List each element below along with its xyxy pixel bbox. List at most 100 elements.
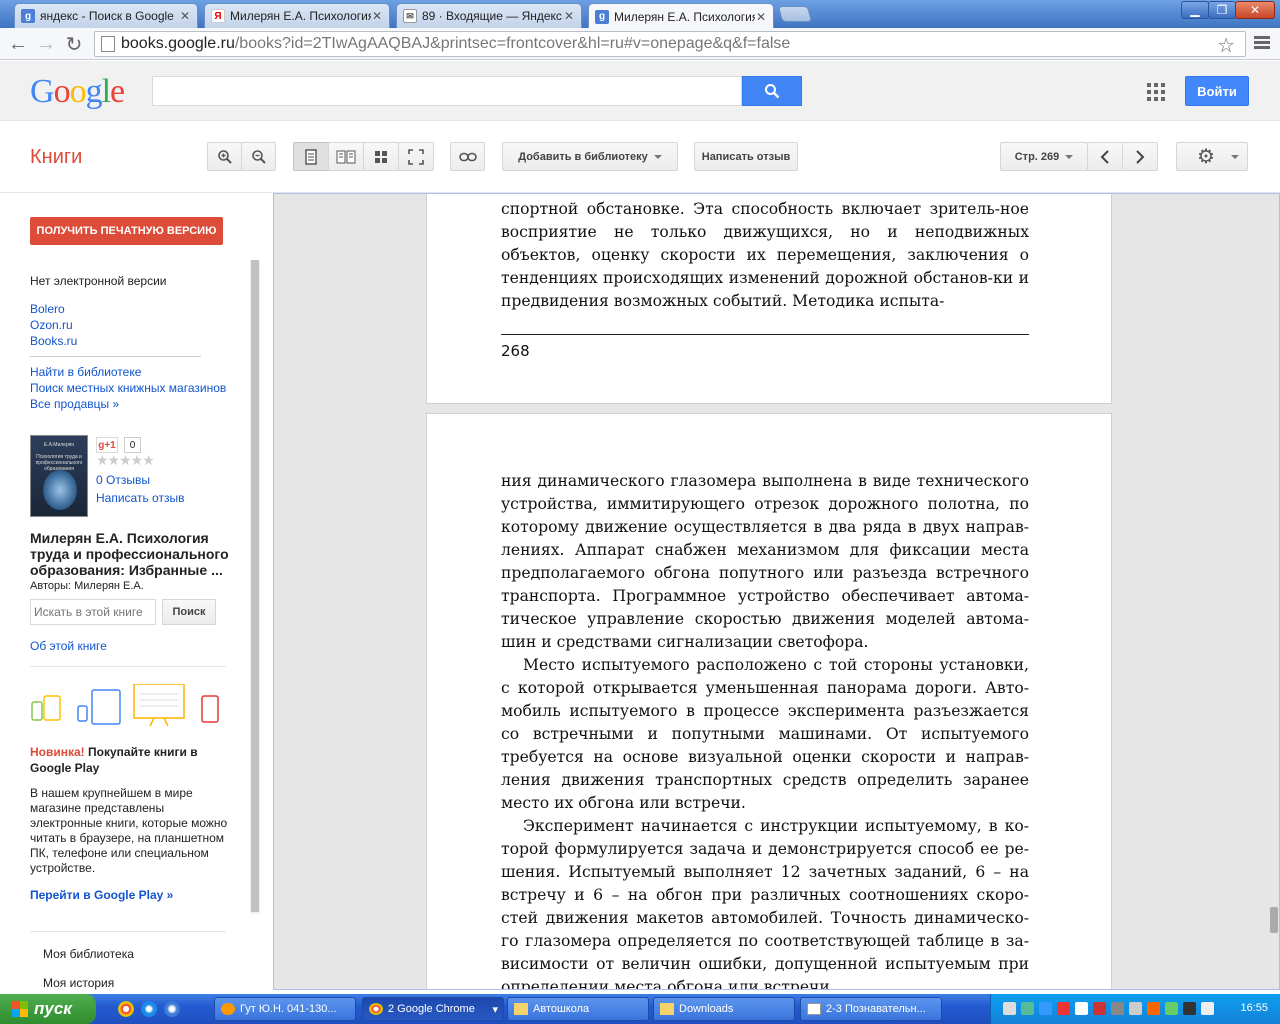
tray-icon[interactable] <box>1003 1002 1016 1015</box>
all-sellers-link[interactable]: Все продавцы » <box>30 397 119 411</box>
browser-tab-strip: g яндекс - Поиск в Google ✕ Я Милерян Е.… <box>0 0 1280 29</box>
zoom-in-button[interactable] <box>207 142 242 171</box>
browser-tab-3[interactable]: ✉ 89 · Входящие — Яндекс.П ✕ <box>396 3 582 28</box>
page-number: 268 <box>501 342 530 360</box>
my-library-link[interactable]: Моя библиотека <box>43 947 134 961</box>
google-search-input[interactable] <box>152 76 742 106</box>
taskbar-item-active[interactable]: 2 Google Chrome ▾ <box>362 997 504 1021</box>
tab-close-icon[interactable]: ✕ <box>179 9 191 23</box>
my-history-link[interactable]: Моя история <box>43 976 114 990</box>
page-text: спортной обстановке. Эта способность вкл… <box>501 198 1029 313</box>
single-page-view-button[interactable] <box>293 142 329 171</box>
fullscreen-button[interactable] <box>398 142 434 171</box>
tray-icon[interactable] <box>1183 1002 1196 1015</box>
write-review-link[interactable]: Написать отзыв <box>96 491 184 505</box>
tray-icon[interactable] <box>1075 1002 1088 1015</box>
cover-author: Е.А.Милерян <box>43 442 75 448</box>
thumbnail-view-button[interactable] <box>363 142 399 171</box>
signin-button[interactable]: Войти <box>1185 76 1249 106</box>
two-page-icon <box>336 150 356 163</box>
tray-icon[interactable] <box>1147 1002 1160 1015</box>
write-review-label: Написать отзыв <box>701 150 791 163</box>
tray-icon[interactable] <box>1129 1002 1142 1015</box>
search-in-book-button[interactable]: Поиск <box>162 599 216 625</box>
book-cover-thumbnail[interactable]: Е.А.Милерян Психология труда и профессио… <box>30 435 88 517</box>
chrome-quicklaunch-icon[interactable] <box>118 1001 134 1017</box>
logo-letter: o <box>53 73 71 110</box>
page-select-dropdown[interactable]: Стр. 269 <box>1000 142 1088 171</box>
forward-arrow-icon[interactable]: → <box>34 32 58 56</box>
local-stores-link[interactable]: Поиск местных книжных магазинов <box>30 381 226 395</box>
link-button[interactable] <box>450 142 485 171</box>
zoom-out-button[interactable] <box>241 142 276 171</box>
minimize-window-button[interactable]: ▁ <box>1181 1 1209 19</box>
browser-tab-4-active[interactable]: g Милерян Е.А. Психология т ✕ <box>588 3 774 29</box>
grid-view-icon <box>375 150 387 163</box>
system-tray: 16:55 <box>990 994 1280 1024</box>
search-in-book-input[interactable] <box>30 599 156 625</box>
link-icon <box>458 152 477 161</box>
add-to-library-button[interactable]: Добавить в библиотеку <box>502 142 678 171</box>
back-arrow-icon[interactable]: ← <box>6 32 30 56</box>
find-in-library-link[interactable]: Найти в библиотеке <box>30 365 141 379</box>
reload-icon[interactable]: ↻ <box>62 32 86 56</box>
google-play-link[interactable]: Перейти в Google Play » <box>30 888 173 902</box>
bookmark-star-icon[interactable]: ☆ <box>1217 33 1235 58</box>
reviews-link[interactable]: 0 Отзывы <box>96 473 150 487</box>
taskbar-item[interactable]: Downloads <box>653 997 795 1021</box>
close-window-button[interactable]: ✕ <box>1235 1 1275 19</box>
google-search-button[interactable] <box>742 76 802 106</box>
tray-icon[interactable] <box>1021 1002 1034 1015</box>
tray-icon[interactable] <box>1039 1002 1052 1015</box>
google-logo[interactable]: Google <box>30 73 125 111</box>
page-icon <box>101 36 115 52</box>
google-plus-one-button[interactable]: g+1 <box>96 437 118 453</box>
start-button[interactable]: пуск <box>0 994 96 1024</box>
tab-close-icon[interactable]: ✕ <box>371 9 383 23</box>
tray-icon[interactable] <box>1165 1002 1178 1015</box>
browser-tab-2[interactable]: Я Милерян Е.А. Психология т ✕ <box>204 3 390 28</box>
seller-link-ozon[interactable]: Ozon.ru <box>30 318 73 332</box>
folder-icon <box>514 1003 528 1015</box>
tab-close-icon[interactable]: ✕ <box>755 10 767 24</box>
scrollbar-thumb[interactable] <box>251 260 259 912</box>
browser-tab-1[interactable]: g яндекс - Поиск в Google ✕ <box>14 3 198 28</box>
tray-icon[interactable] <box>1093 1002 1106 1015</box>
logo-letter: G <box>30 73 55 110</box>
book-page-viewer[interactable]: спортной обстановке. Эта способность вкл… <box>273 193 1280 990</box>
address-bar[interactable]: books.google.ru/books?id=2TIwAgAAQBAJ&pr… <box>94 31 1246 57</box>
chrome-menu-icon[interactable] <box>1254 34 1274 54</box>
tray-icon[interactable] <box>1111 1002 1124 1015</box>
seller-link-bolero[interactable]: Bolero <box>30 302 65 316</box>
get-print-copy-button[interactable]: ПОЛУЧИТЬ ПЕЧАТНУЮ ВЕРСИЮ <box>30 217 223 245</box>
tab-close-icon[interactable]: ✕ <box>563 9 575 23</box>
page-text: ния динамического глазомера выполнена в … <box>501 470 1029 989</box>
apps-grid-icon[interactable] <box>1147 83 1165 101</box>
volume-icon[interactable] <box>1201 1002 1214 1015</box>
two-page-view-button[interactable] <box>328 142 364 171</box>
write-review-button[interactable]: Написать отзыв <box>694 142 798 171</box>
taskbar-item[interactable]: Гут Ю.Н. 041-130... <box>214 997 356 1021</box>
tab-title: 89 · Входящие — Яндекс.П <box>422 9 563 23</box>
internet-explorer-icon[interactable] <box>141 1001 157 1017</box>
sidebar-scrollbar[interactable] <box>250 260 260 914</box>
seller-link-booksru[interactable]: Books.ru <box>30 334 77 348</box>
maximize-window-button[interactable]: ❐ <box>1208 1 1236 19</box>
taskbar-item[interactable]: 2-3 Познавательн... <box>800 997 942 1021</box>
settings-button[interactable]: ⚙ <box>1176 142 1248 171</box>
zoom-in-icon <box>217 149 232 164</box>
google-favicon-icon: g <box>595 9 609 24</box>
viewer-scrollbar[interactable] <box>1268 194 1280 990</box>
browser-quicklaunch-icon[interactable] <box>164 1001 180 1017</box>
previous-page-button[interactable] <box>1087 142 1123 171</box>
page-paragraph: Место испытуемого расположено с той стор… <box>501 656 1029 812</box>
next-page-button[interactable] <box>1122 142 1158 171</box>
scrollbar-thumb[interactable] <box>1270 907 1278 933</box>
document-icon <box>807 1003 821 1015</box>
new-tab-button[interactable] <box>777 6 813 22</box>
yandex-favicon-icon: Я <box>211 9 225 23</box>
taskbar-item[interactable]: Автошкола <box>507 997 649 1021</box>
about-book-link[interactable]: Об этой книге <box>30 639 107 653</box>
tray-icon[interactable] <box>1057 1002 1070 1015</box>
books-section-title[interactable]: Книги <box>30 146 82 169</box>
